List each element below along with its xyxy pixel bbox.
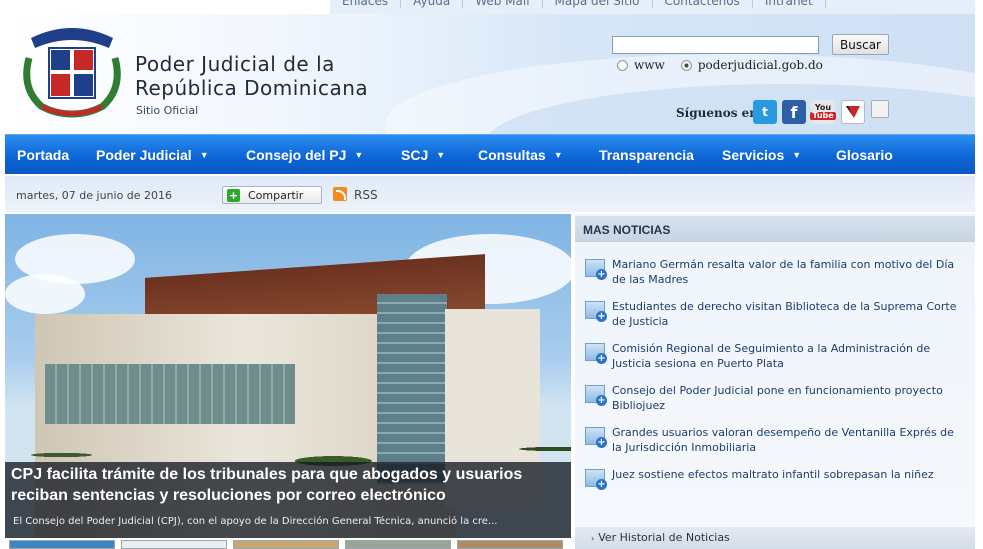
news-item-text[interactable]: Mariano Germán resalta valor de la famil… — [612, 257, 962, 287]
cloud — [5, 274, 85, 314]
nav-consejo-pj[interactable]: Consejo del PJ ▼ — [246, 147, 363, 163]
site-header: Poder Judicial de la República Dominican… — [5, 14, 975, 134]
site-title-line-1: Poder Judicial de la — [135, 52, 335, 76]
main-nav: Portada Poder Judicial ▼ Consejo del PJ ▼ … — [5, 134, 975, 174]
nav-consejo-pj-label: Consejo del PJ — [246, 147, 347, 163]
chevron-down-icon: ▼ — [553, 150, 563, 160]
rss-link[interactable]: RSS — [354, 188, 378, 202]
radio-site-label: poderjudicial.gob.do — [697, 58, 823, 72]
print-icon[interactable] — [871, 100, 889, 118]
search-input[interactable] — [612, 36, 819, 54]
nav-scj-label: SCJ — [401, 147, 429, 163]
nav-poder-judicial-label: Poder Judicial — [96, 147, 192, 163]
youtube-icon[interactable]: You Tube — [810, 100, 836, 124]
news-item[interactable]: + Juez sostiene efectos maltrato infanti… — [585, 467, 965, 491]
nav-servicios-label: Servicios — [722, 147, 785, 163]
nav-consultas-label: Consultas — [478, 147, 546, 163]
top-links-bar: Enlaces Ayuda Web Mail Mapa del Sitio Co… — [330, 0, 975, 14]
nav-portada-label: Portada — [17, 147, 70, 163]
chevron-down-icon: ▼ — [199, 150, 209, 160]
news-add-icon: + — [585, 427, 607, 449]
hero-slider[interactable]: CPJ facilita trámite de los tribunales p… — [5, 214, 571, 538]
news-add-icon: + — [585, 301, 607, 323]
site-title-line-2: República Dominicana — [135, 76, 369, 100]
chevron-down-icon: ▼ — [792, 150, 802, 160]
nav-poder-judicial[interactable]: Poder Judicial ▼ — [96, 147, 209, 163]
news-item-text[interactable]: Juez sostiene efectos maltrato infantil … — [612, 467, 962, 491]
news-history-label: Ver Historial de Noticias — [598, 531, 730, 544]
radio-site[interactable] — [680, 59, 692, 71]
news-heading: MAS NOTICIAS — [583, 223, 671, 237]
news-add-icon: + — [585, 385, 607, 407]
hero-thumbnails — [5, 540, 571, 549]
radio-www-label: www — [634, 58, 665, 72]
twitter-icon[interactable]: t — [753, 100, 777, 124]
news-item[interactable]: + Mariano Germán resalta valor de la fam… — [585, 257, 965, 287]
radio-www[interactable] — [617, 59, 628, 71]
news-item-text[interactable]: Consejo del Poder Judicial pone en funci… — [612, 383, 962, 413]
facebook-icon[interactable]: f — [782, 100, 806, 124]
news-item-text[interactable]: Grandes usuarios valoran desempeño de Ve… — [612, 425, 962, 455]
thumbnail-4[interactable] — [345, 540, 451, 549]
share-button[interactable]: + Compartir — [222, 186, 322, 204]
top-link-mapa[interactable]: Mapa del Sitio — [543, 0, 653, 8]
top-link-enlaces[interactable]: Enlaces — [330, 0, 402, 8]
thumbnail-2[interactable] — [121, 540, 227, 549]
news-add-icon: + — [585, 469, 607, 491]
nav-portada[interactable]: Portada — [17, 147, 69, 163]
building-glass — [45, 364, 295, 424]
search-button[interactable]: Buscar — [832, 34, 889, 55]
thumbnail-5[interactable] — [457, 540, 563, 549]
chevron-down-icon: ▼ — [436, 150, 446, 160]
news-add-icon: + — [585, 259, 607, 281]
hero-description: El Consejo del Poder Judicial (CPJ), con… — [13, 516, 498, 527]
site-title: Poder Judicial de la República Dominican… — [135, 52, 368, 100]
top-link-webmail[interactable]: Web Mail — [463, 0, 543, 8]
nav-glosario-label: Glosario — [836, 147, 893, 163]
nav-glosario[interactable]: Glosario — [836, 147, 893, 163]
rss-icon[interactable] — [333, 187, 347, 201]
news-add-icon: + — [585, 343, 607, 365]
news-history-link[interactable]: › Ver Historial de Noticias — [591, 531, 730, 544]
news-item-text[interactable]: Estudiantes de derecho visitan Bibliotec… — [612, 299, 962, 329]
news-item[interactable]: + Grandes usuarios valoran desempeño de … — [585, 425, 965, 455]
search-scope-options: www poderjudicial.gob.do — [617, 58, 839, 72]
nav-servicios[interactable]: Servicios ▼ — [722, 147, 801, 163]
nav-scj[interactable]: SCJ ▼ — [401, 147, 445, 163]
chevron-down-icon: ▼ — [354, 150, 364, 160]
youtube-tube: Tube — [810, 111, 836, 120]
share-label: Compartir — [248, 188, 304, 202]
nav-consultas[interactable]: Consultas ▼ — [478, 147, 563, 163]
current-date: martes, 07 de junio de 2016 — [16, 189, 173, 202]
news-item-text[interactable]: Comisión Regional de Seguimiento a la Ad… — [612, 341, 962, 371]
top-link-contactenos[interactable]: Contáctenos — [653, 0, 753, 8]
plus-icon: + — [227, 188, 240, 202]
site-subtitle: Sitio Oficial — [136, 104, 199, 117]
nav-transparencia[interactable]: Transparencia — [599, 147, 694, 163]
follow-label: Síguenos en: — [676, 106, 763, 120]
news-item[interactable]: + Consejo del Poder Judicial pone en fun… — [585, 383, 965, 413]
chevron-right-icon: › — [591, 534, 595, 543]
top-link-ayuda[interactable]: Ayuda — [401, 0, 464, 8]
page: Enlaces Ayuda Web Mail Mapa del Sitio Co… — [0, 0, 983, 549]
top-link-intranet[interactable]: Intranet — [753, 0, 826, 8]
nav-transparencia-label: Transparencia — [599, 147, 694, 163]
news-item[interactable]: + Estudiantes de derecho visitan Bibliot… — [585, 299, 965, 329]
thumbnail-1[interactable] — [9, 540, 115, 549]
ivoox-icon[interactable] — [841, 100, 865, 124]
thumbnail-3[interactable] — [233, 540, 339, 549]
news-item[interactable]: + Comisión Regional de Seguimiento a la … — [585, 341, 965, 371]
coat-of-arms-logo[interactable] — [21, 18, 123, 118]
hero-title[interactable]: CPJ facilita trámite de los tribunales p… — [11, 464, 571, 506]
